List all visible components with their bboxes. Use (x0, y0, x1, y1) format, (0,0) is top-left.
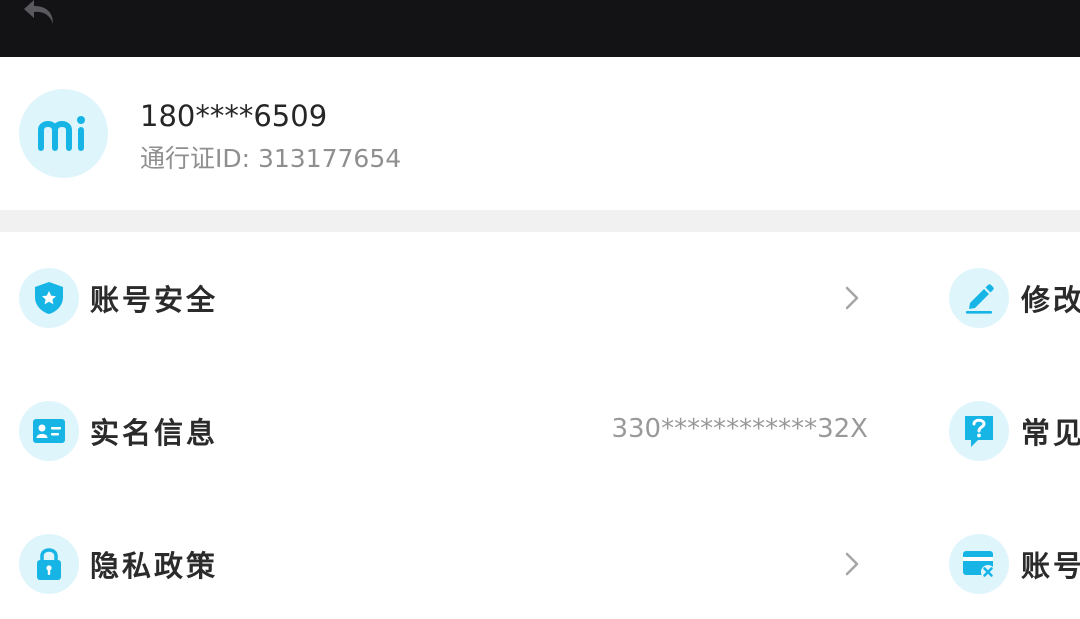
top-bar (0, 0, 1080, 57)
back-button[interactable] (18, 0, 62, 32)
phone-number: 180****6509 (140, 99, 328, 133)
icon-badge (949, 534, 1009, 594)
menu-item-privacy-policy[interactable]: 隐私政策 (0, 509, 880, 619)
back-arrow-icon (24, 0, 53, 24)
question-mark-icon (965, 416, 993, 447)
chevron-right-icon (845, 552, 859, 576)
id-card-icon (33, 419, 65, 443)
pass-id: 通行证ID: 313177654 (140, 144, 402, 173)
menu-item-account-security[interactable]: 账号安全 (0, 243, 880, 353)
icon-badge (949, 401, 1009, 461)
menu-item-realname-info[interactable]: 实名信息 330************32X (0, 376, 880, 486)
menu-item-modify[interactable]: 修改 (940, 243, 1080, 353)
section-divider (0, 210, 1080, 232)
menu-item-label: 常见 (1021, 416, 1080, 450)
account-card-x-icon (963, 551, 995, 579)
chevron-right-icon (845, 286, 859, 310)
icon-badge (19, 534, 79, 594)
icon-badge (19, 401, 79, 461)
menu-item-label: 实名信息 (90, 416, 219, 450)
icon-badge (19, 268, 79, 328)
pencil-edit-icon (966, 284, 994, 314)
menu-item-label: 修改 (1021, 283, 1080, 317)
profile-section: 180****6509 通行证ID: 313177654 (0, 57, 1080, 210)
lock-icon (37, 548, 61, 580)
mi-logo-icon (37, 115, 85, 151)
icon-badge (949, 268, 1009, 328)
avatar[interactable] (19, 89, 108, 178)
shield-star-icon (35, 282, 63, 314)
menu-item-label: 账号 (1021, 549, 1080, 583)
menu-item-label: 隐私政策 (90, 549, 219, 583)
masked-id-number: 330************32X (611, 414, 868, 444)
menu-item-label: 账号安全 (90, 283, 219, 317)
menu-item-account[interactable]: 账号 (940, 509, 1080, 619)
menu-item-faq[interactable]: 常见 (940, 376, 1080, 486)
